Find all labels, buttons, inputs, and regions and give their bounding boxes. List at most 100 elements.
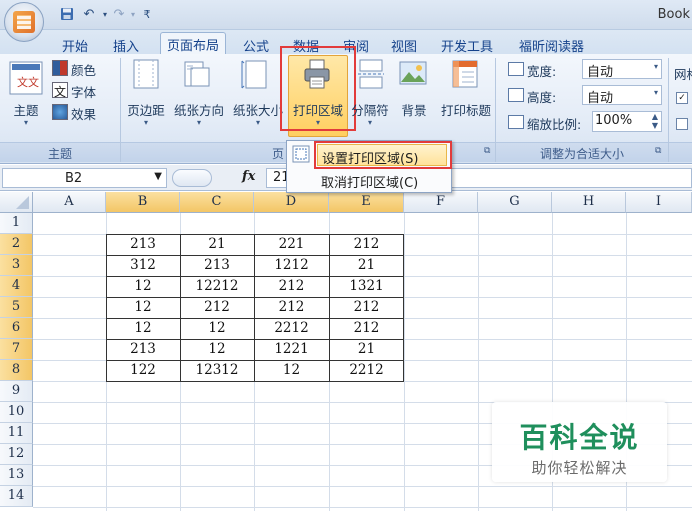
tab-insert[interactable]: 插入 bbox=[113, 33, 139, 55]
row-header-1[interactable]: 1 bbox=[0, 213, 33, 234]
watermark: 百科全说 助你轻松解决 bbox=[492, 402, 667, 482]
customize-qat-icon[interactable]: ₹ bbox=[138, 6, 156, 22]
row-header-2[interactable]: 2 bbox=[0, 234, 33, 255]
column-header-b[interactable]: B bbox=[106, 192, 180, 213]
background-icon[interactable] bbox=[398, 58, 428, 90]
print-area-menu-icon bbox=[291, 144, 311, 164]
svg-text:文文: 文文 bbox=[17, 75, 39, 89]
orientation-icon[interactable] bbox=[181, 58, 211, 90]
tab-foxit-reader[interactable]: 福昕阅读器 bbox=[519, 33, 584, 55]
excel-window: ↶ ▾ ↷ ▾ ₹ Book 开始 插入 页面布局 公式 数据 审阅 视图 开发… bbox=[0, 0, 692, 511]
title-bar: ↶ ▾ ↷ ▾ ₹ Book bbox=[0, 0, 692, 30]
margins-button[interactable]: 页边距 bbox=[122, 100, 170, 119]
gridline bbox=[404, 213, 405, 511]
watermark-title: 百科全说 bbox=[519, 421, 640, 454]
theme-colors-button[interactable]: 颜色 bbox=[71, 60, 96, 79]
row-header-14[interactable]: 14 bbox=[0, 486, 33, 507]
print-titles-icon[interactable] bbox=[450, 58, 480, 90]
chevron-down-icon: ▾ bbox=[653, 88, 658, 97]
print-area-highlight bbox=[280, 46, 356, 131]
row-header-11[interactable]: 11 bbox=[0, 423, 33, 444]
office-logo-icon bbox=[13, 11, 35, 33]
set-print-area-highlight bbox=[314, 141, 452, 169]
tab-home[interactable]: 开始 bbox=[62, 33, 88, 55]
table-inner-border bbox=[106, 276, 404, 277]
select-all-corner[interactable] bbox=[0, 192, 33, 213]
column-header-e[interactable]: E bbox=[329, 192, 404, 213]
window-title: Book bbox=[657, 7, 690, 22]
save-icon[interactable] bbox=[58, 6, 76, 22]
table-inner-border bbox=[106, 339, 404, 340]
office-button[interactable] bbox=[4, 2, 44, 42]
table-inner-border bbox=[106, 318, 404, 319]
table-inner-border bbox=[106, 360, 404, 361]
theme-effects-button[interactable]: 效果 bbox=[71, 104, 96, 123]
scale-spinner[interactable]: 100% ▲ ▼ bbox=[592, 111, 662, 132]
row-header-10[interactable]: 10 bbox=[0, 402, 33, 423]
row-header-13[interactable]: 13 bbox=[0, 465, 33, 486]
row-header-4[interactable]: 4 bbox=[0, 276, 33, 297]
print-titles-button[interactable]: 打印标题 bbox=[436, 100, 496, 119]
column-header-c[interactable]: C bbox=[180, 192, 254, 213]
breaks-button[interactable]: 分隔符 bbox=[346, 100, 394, 119]
gridlines-print-checkbox[interactable] bbox=[676, 118, 688, 130]
tab-page-layout[interactable]: 页面布局 bbox=[160, 32, 227, 55]
table-inner-border bbox=[329, 234, 330, 381]
margins-icon[interactable] bbox=[131, 58, 161, 90]
formula-bar-resize-handle[interactable] bbox=[172, 169, 212, 187]
orientation-button[interactable]: 纸张方向 bbox=[170, 100, 228, 119]
gridline bbox=[33, 507, 692, 508]
dialog-launcher-icon[interactable]: ⧉ bbox=[655, 146, 661, 156]
column-header-a[interactable]: A bbox=[33, 192, 106, 213]
gridlines-view-checkbox[interactable]: ✓ bbox=[676, 92, 688, 104]
scale-spinner-value: 100% bbox=[595, 113, 633, 128]
group-label-page-setup-text: 页 bbox=[271, 147, 284, 161]
row-header-5[interactable]: 5 bbox=[0, 297, 33, 318]
tab-developer[interactable]: 开发工具 bbox=[441, 33, 493, 55]
column-header-d[interactable]: D bbox=[254, 192, 329, 213]
column-header-g[interactable]: G bbox=[478, 192, 552, 213]
table-inner-border bbox=[254, 234, 255, 381]
table-inner-border bbox=[180, 234, 181, 381]
scale-icon bbox=[508, 115, 524, 129]
spinner-arrows-icon[interactable]: ▲ ▼ bbox=[652, 112, 658, 130]
width-select[interactable]: 自动 ▾ bbox=[582, 59, 662, 80]
row-header-3[interactable]: 3 bbox=[0, 255, 33, 276]
width-select-value: 自动 bbox=[587, 65, 614, 80]
group-label-theme: 主题 bbox=[0, 142, 120, 162]
height-label: 高度: bbox=[527, 90, 557, 105]
tab-formulas[interactable]: 公式 bbox=[243, 33, 269, 55]
table-inner-border bbox=[106, 297, 404, 298]
breaks-icon[interactable] bbox=[356, 58, 386, 90]
row-header-8[interactable]: 8 bbox=[0, 360, 33, 381]
column-header-h[interactable]: H bbox=[552, 192, 626, 213]
height-select-value: 自动 bbox=[587, 91, 614, 106]
chevron-down-icon[interactable]: ▼ bbox=[154, 171, 162, 182]
row-header-6[interactable]: 6 bbox=[0, 318, 33, 339]
row-header-9[interactable]: 9 bbox=[0, 381, 33, 402]
group-label-scale: 调整为合适大小 bbox=[496, 142, 668, 162]
theme-fonts-button[interactable]: 字体 bbox=[71, 82, 96, 101]
name-box[interactable]: B2 ▼ bbox=[2, 168, 167, 188]
height-icon bbox=[508, 88, 524, 102]
themes-icon[interactable]: 文文 bbox=[8, 60, 48, 100]
width-icon bbox=[508, 62, 524, 76]
column-header-i[interactable]: I bbox=[626, 192, 692, 213]
chevron-down-icon: ▾ bbox=[255, 118, 260, 127]
column-header-f[interactable]: F bbox=[404, 192, 478, 213]
insert-function-button[interactable]: fx bbox=[242, 169, 255, 184]
gridline bbox=[478, 213, 479, 511]
row-header-7[interactable]: 7 bbox=[0, 339, 33, 360]
gridline bbox=[33, 486, 692, 487]
row-header-12[interactable]: 12 bbox=[0, 444, 33, 465]
height-select[interactable]: 自动 ▾ bbox=[582, 85, 662, 106]
page-size-button[interactable]: 纸张大小 bbox=[229, 100, 287, 119]
tab-view[interactable]: 视图 bbox=[391, 33, 417, 55]
clear-print-area-menu-item[interactable]: 取消打印区域(C) bbox=[317, 169, 447, 191]
themes-label: 主题 bbox=[13, 103, 39, 118]
sheet-options-label: 网格 bbox=[674, 67, 692, 82]
dialog-launcher-icon[interactable]: ⧉ bbox=[484, 146, 490, 156]
background-button[interactable]: 背景 bbox=[396, 100, 432, 119]
name-box-value: B2 bbox=[65, 171, 83, 186]
page-size-icon[interactable] bbox=[240, 58, 270, 90]
